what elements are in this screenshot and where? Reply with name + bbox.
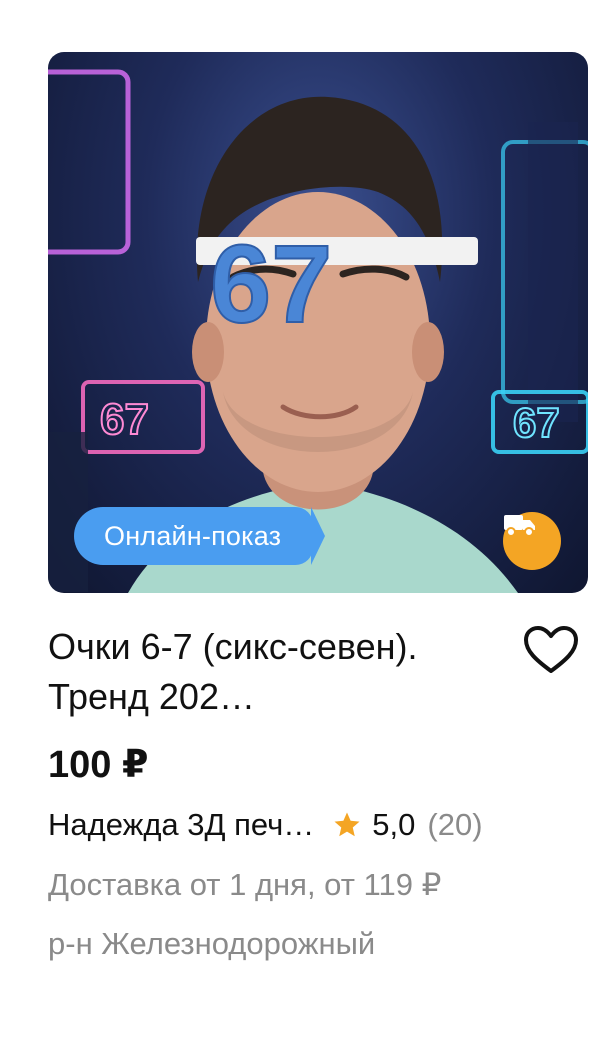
reviews-count: (20) — [427, 807, 483, 842]
glasses-number: 67 — [210, 223, 332, 346]
seller-rating-row: Надежда 3Д печ… 5,0 (20) — [48, 807, 588, 843]
neon-sign-right: 67 — [513, 399, 560, 446]
delivery-info: Доставка от 1 дня, от 119 ₽ — [48, 867, 442, 902]
product-title[interactable]: Очки 6-7 (сикс-севен). Тренд 202… — [48, 622, 488, 722]
delivery-badge — [503, 512, 561, 570]
product-photo[interactable]: 67 67 67 Онлайн-показ — [48, 52, 588, 593]
star-icon — [332, 810, 362, 840]
seller-name[interactable]: Надежда 3Д печ… — [48, 807, 314, 843]
heart-outline-icon — [522, 626, 580, 680]
product-price: 100 ₽ — [48, 744, 149, 786]
product-card[interactable]: 67 67 67 Онлайн-показ Очки 6-7 (сикс-сев… — [48, 52, 588, 961]
district-location: р-н Железнодорожный — [48, 926, 376, 961]
rating-value: 5,0 — [372, 807, 416, 842]
favorite-button[interactable] — [522, 624, 580, 676]
online-showing-badge: Онлайн-показ — [74, 507, 326, 565]
neon-sign-left: 67 — [100, 395, 149, 444]
